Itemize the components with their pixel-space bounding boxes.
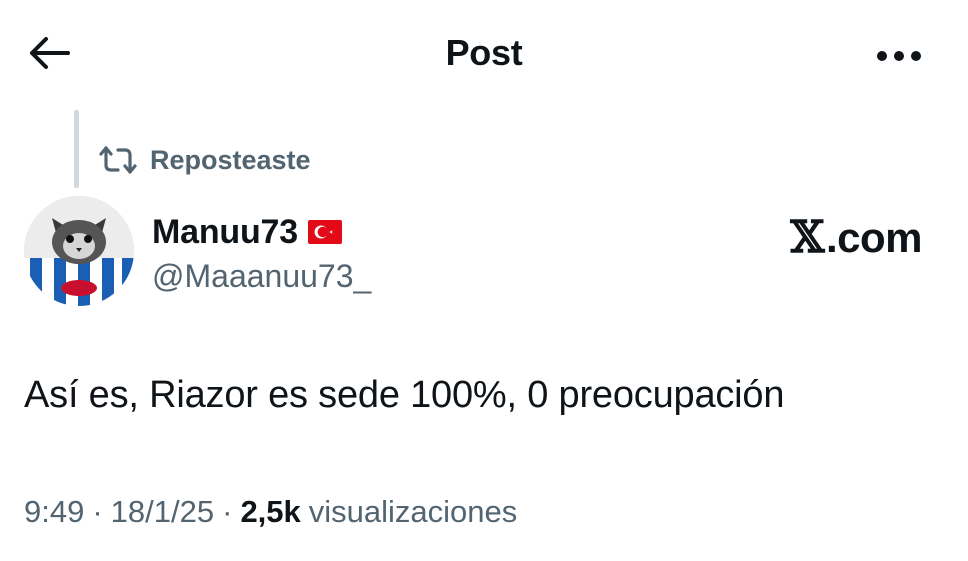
meta-separator: · xyxy=(92,494,103,529)
views-label: visualizaciones xyxy=(308,494,518,529)
repost-context[interactable]: Reposteaste xyxy=(98,142,311,178)
x-com-watermark: 𝕏 .com xyxy=(790,212,922,263)
thread-line xyxy=(74,110,79,188)
page-title: Post xyxy=(445,32,523,73)
author-name-row[interactable]: Manuu73 xyxy=(152,210,342,254)
post-date[interactable]: 18/1/25 xyxy=(111,494,214,530)
author-handle[interactable]: @Maaanuu73_ xyxy=(152,258,371,295)
avatar[interactable] xyxy=(24,196,134,306)
turkey-flag-icon xyxy=(307,220,342,244)
views-count[interactable]: 2,5k xyxy=(240,494,300,530)
meta-separator: · xyxy=(222,494,233,529)
post-text: Así es, Riazor es sede 100%, 0 preocupac… xyxy=(24,374,785,416)
repost-icon xyxy=(99,146,137,174)
brand-domain: .com xyxy=(825,213,923,261)
post-time[interactable]: 9:49 xyxy=(24,494,84,530)
repost-label: Reposteaste xyxy=(150,144,311,175)
display-name[interactable]: Manuu73 xyxy=(152,213,298,252)
x-logo-icon: 𝕏 xyxy=(790,212,824,263)
post-meta: 9:49 · 18/1/25 · 2,5k visualizaciones xyxy=(24,494,517,530)
more-horizontal-icon xyxy=(877,51,921,61)
avatar-cat-image xyxy=(24,196,134,306)
more-options-button[interactable] xyxy=(870,36,928,76)
